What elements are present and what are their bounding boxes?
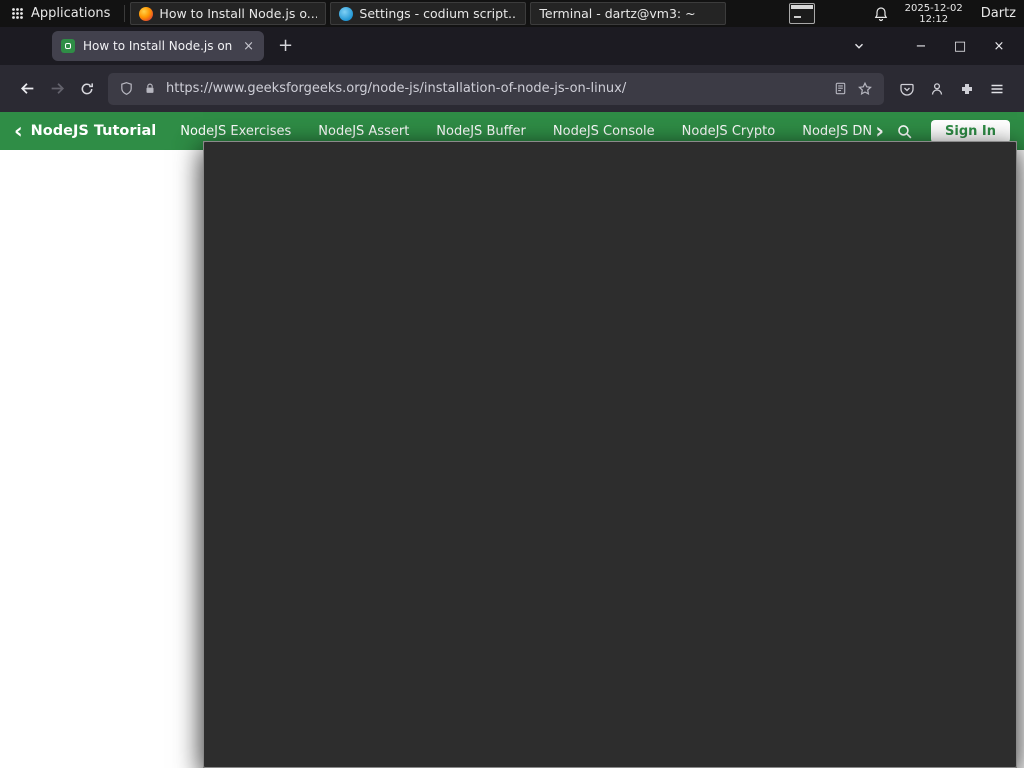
site-nav-link[interactable]: NodeJS DNS [802,124,871,139]
back-arrow-icon [20,83,33,94]
bookmark-star-icon[interactable] [857,81,873,97]
reload-icon [81,82,93,94]
forward-arrow-icon [51,83,64,94]
sign-in-button[interactable]: Sign In [931,119,1010,143]
lock-icon[interactable] [143,81,157,96]
window-app-icon [339,6,354,21]
top-panel: Applications How to Install Node.js o...… [0,0,1024,768]
site-brand[interactable]: NodeJS Tutorial [31,123,157,139]
site-nav-link[interactable]: NodeJS Crypto [682,124,776,139]
panel-clock[interactable]: 2025-12-02 12:12 [905,3,963,25]
window-title-label: How to Install Node.js o... [159,6,318,21]
list-all-tabs-button[interactable] [852,39,866,53]
pocket-icon [900,83,914,96]
tabbar-right: − □ × [852,39,1014,54]
scroll-left-chevron-icon[interactable]: ‹ [14,120,23,142]
back-button[interactable] [12,74,42,104]
url-text[interactable]: https://www.geeksforgeeks.org/node-js/in… [166,81,824,96]
clock-date: 2025-12-02 [904,2,963,14]
site-nav-link[interactable]: NodeJS Buffer [436,124,526,139]
url-bar[interactable]: https://www.geeksforgeeks.org/node-js/in… [108,72,884,105]
site-nav: NodeJS Exercises NodeJS Assert NodeJS Bu… [180,124,871,139]
bell-icon [874,6,887,21]
panel-user-label: Dartz [980,6,1016,21]
taskbar-window-buttons: How to Install Node.js o... Settings - c… [128,0,1017,768]
applications-label: Applications [31,6,111,21]
menu-button[interactable] [982,74,1012,104]
reload-button[interactable] [72,74,102,104]
navigation-toolbar: https://www.geeksforgeeks.org/node-js/in… [0,65,1024,112]
tab-title: How to Install Node.js on [83,39,233,53]
desktop: Applications How to Install Node.js o...… [0,0,1024,768]
extensions-puzzle-icon [962,83,972,94]
clock-time: 12:12 [919,13,949,25]
new-tab-button[interactable]: + [278,37,293,55]
tracking-shield-icon[interactable] [119,81,134,96]
hamburger-menu-icon [991,84,1003,93]
site-nav-link[interactable]: NodeJS Console [553,124,655,139]
taskbar-window-button[interactable]: Settings - codium script... [330,2,527,25]
terminal-tray-icon[interactable] [788,3,815,24]
search-icon [898,124,912,138]
forward-button[interactable] [42,74,72,104]
extensions-button[interactable] [952,74,982,104]
pocket-button[interactable] [892,74,922,104]
site-nav-link[interactable]: NodeJS Assert [318,124,409,139]
panel-tray: 2025-12-02 12:12 Dartz [788,3,1024,25]
account-button[interactable] [922,74,952,104]
window-title-label: Settings - codium script... [359,6,518,21]
site-nav-link[interactable]: NodeJS Exercises [180,124,291,139]
panel-separator [124,5,126,22]
site-favicon-icon [61,39,75,53]
scroll-right-chevron-icon[interactable]: › [875,120,884,142]
browser-tab[interactable]: How to Install Node.js on × [52,31,264,61]
notifications-button[interactable] [873,6,889,22]
taskbar-window-button[interactable]: How to Install Node.js o... [130,2,327,25]
account-person-icon [931,82,943,95]
browser-close-button[interactable]: × [992,39,1006,54]
tab-bar: How to Install Node.js on × + − □ × [0,27,1024,65]
applications-grid-icon [12,8,23,19]
chevron-down-icon [855,43,863,49]
taskbar-window-button[interactable]: Terminal - dartz@vm3: ~ [203,2,1017,768]
browser-window-controls: − □ × [914,39,1014,54]
reader-view-icon[interactable] [833,81,848,96]
applications-menu-button[interactable]: Applications [0,0,121,27]
window-app-icon [139,6,154,21]
site-search-button[interactable] [896,123,913,140]
window-title-label: Terminal - dartz@vm3: ~ [539,6,696,21]
browser-minimize-button[interactable]: − [914,39,928,54]
tab-close-icon[interactable]: × [242,39,255,54]
browser-maximize-button[interactable]: □ [953,39,967,54]
